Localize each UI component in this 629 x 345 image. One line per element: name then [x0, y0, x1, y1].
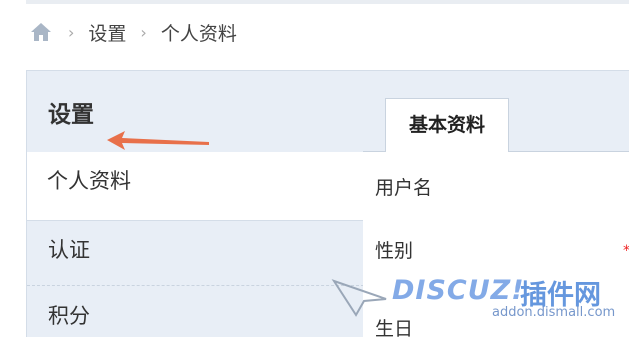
- gender-label: 性别: [375, 240, 414, 262]
- breadcrumb-separator: ›: [68, 22, 75, 42]
- breadcrumb-separator: ›: [140, 22, 147, 42]
- home-icon[interactable]: [30, 21, 54, 43]
- sidebar-item-credits[interactable]: 积分: [27, 287, 364, 339]
- breadcrumb-settings[interactable]: 设置: [88, 19, 126, 46]
- settings-sidebar: 设置 个人资料 认证 积分: [26, 70, 364, 337]
- breadcrumb-profile[interactable]: 个人资料: [161, 19, 237, 46]
- tab-basic-info[interactable]: 基本资料: [385, 98, 509, 152]
- sidebar-title: 设置: [48, 102, 94, 128]
- sidebar-item-verification[interactable]: 认证: [27, 222, 364, 286]
- required-mark: *: [623, 243, 629, 259]
- top-strip: [26, 0, 629, 4]
- breadcrumb: › 设置 › 个人资料: [30, 19, 237, 46]
- username-label: 用户名: [375, 177, 433, 199]
- profile-panel: 基本资料 用户名 性别 生日 *: [363, 70, 629, 340]
- tabs-bar: 基本资料: [363, 71, 629, 152]
- sidebar-item-profile[interactable]: 个人资料: [27, 152, 364, 221]
- annotation-arrow-icon: [107, 131, 209, 150]
